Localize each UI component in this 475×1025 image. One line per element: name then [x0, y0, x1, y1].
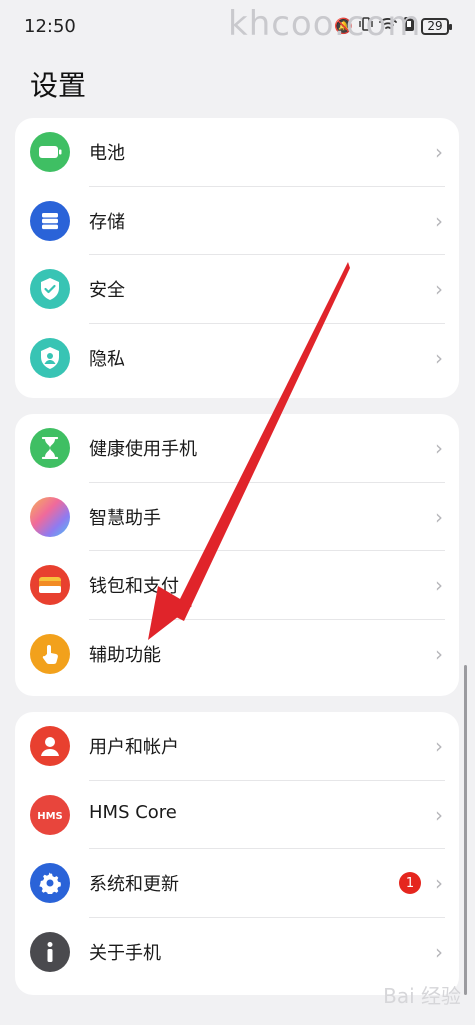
chevron-right-icon: › — [435, 504, 443, 529]
gear-icon — [30, 863, 70, 903]
settings-item-label: 隐私 — [89, 348, 125, 370]
svg-text:HMS: HMS — [37, 811, 63, 822]
battery-icon — [30, 132, 70, 172]
chevron-right-icon: › — [435, 871, 443, 895]
settings-item-label: 电池 — [89, 143, 125, 164]
watermark-top: khcoo.com — [228, 4, 422, 44]
settings-item-hms-core[interactable]: HMS HMS Core › — [15, 781, 459, 849]
settings-item-label: 健康使用手机 — [89, 439, 197, 460]
settings-item-label: 存储 — [89, 211, 125, 233]
settings-item-label: 系统和更新 — [89, 874, 179, 895]
storage-icon — [30, 200, 70, 241]
watermark-bottom: Bai 经验 — [383, 984, 461, 1008]
chevron-right-icon: › — [435, 436, 443, 460]
settings-item-label: 辅助功能 — [89, 644, 161, 666]
hms-icon: HMS — [30, 794, 70, 835]
settings-item-smart-assistant[interactable]: 智慧助手 › — [15, 483, 459, 551]
settings-item-accounts[interactable]: 用户和帐户 › — [15, 712, 459, 781]
settings-item-label: 关于手机 — [89, 942, 161, 964]
chevron-right-icon: › — [435, 140, 443, 164]
settings-item-battery[interactable]: 电池 › — [15, 118, 459, 187]
settings-item-label: 用户和帐户 — [89, 737, 179, 758]
chevron-right-icon: › — [435, 802, 443, 827]
battery-indicator: 29 — [421, 17, 452, 35]
settings-item-digital-balance[interactable]: 健康使用手机 › — [15, 414, 459, 483]
settings-item-accessibility[interactable]: 辅助功能 › — [15, 620, 459, 689]
settings-item-label: 钱包和支付 — [89, 576, 179, 597]
user-icon — [30, 726, 70, 766]
battery-level: 29 — [427, 19, 443, 33]
settings-item-label: 安全 — [89, 280, 125, 301]
page-title: 设置 — [30, 69, 87, 102]
settings-item-wallet[interactable]: 钱包和支付 › — [15, 551, 459, 620]
settings-item-storage[interactable]: 存储 › — [15, 187, 459, 255]
hand-touch-icon — [30, 633, 70, 674]
scrollbar[interactable] — [464, 665, 467, 995]
privacy-shield-icon — [30, 337, 70, 378]
assistant-orb-icon — [30, 496, 70, 537]
chevron-right-icon: › — [435, 345, 443, 370]
settings-item-privacy[interactable]: 隐私 › — [15, 324, 459, 393]
wallet-icon — [30, 565, 70, 605]
settings-item-label: 智慧助手 — [89, 507, 161, 529]
info-icon — [30, 931, 70, 972]
chevron-right-icon: › — [435, 734, 443, 758]
chevron-right-icon: › — [435, 939, 443, 964]
settings-item-about-phone[interactable]: 关于手机 › — [15, 918, 459, 987]
chevron-right-icon: › — [435, 573, 443, 597]
notification-badge: 1 — [399, 872, 421, 894]
settings-group-3: 用户和帐户 › HMS HMS Core › 系统和更新 1 › 关于手机 › — [15, 712, 459, 995]
settings-item-security[interactable]: 安全 › — [15, 255, 459, 324]
status-time: 12:50 — [24, 16, 76, 37]
shield-check-icon — [30, 269, 70, 309]
settings-item-system-update[interactable]: 系统和更新 1 › — [15, 849, 459, 918]
hourglass-icon — [30, 428, 70, 468]
settings-item-label: HMS Core — [89, 801, 177, 823]
chevron-right-icon: › — [435, 208, 443, 233]
settings-group-2: 健康使用手机 › 智慧助手 › 钱包和支付 › 辅助功能 › — [15, 414, 459, 696]
chevron-right-icon: › — [435, 277, 443, 301]
chevron-right-icon: › — [435, 641, 443, 666]
settings-group-1: 电池 › 存储 › 安全 › 隐私 › — [15, 118, 459, 398]
